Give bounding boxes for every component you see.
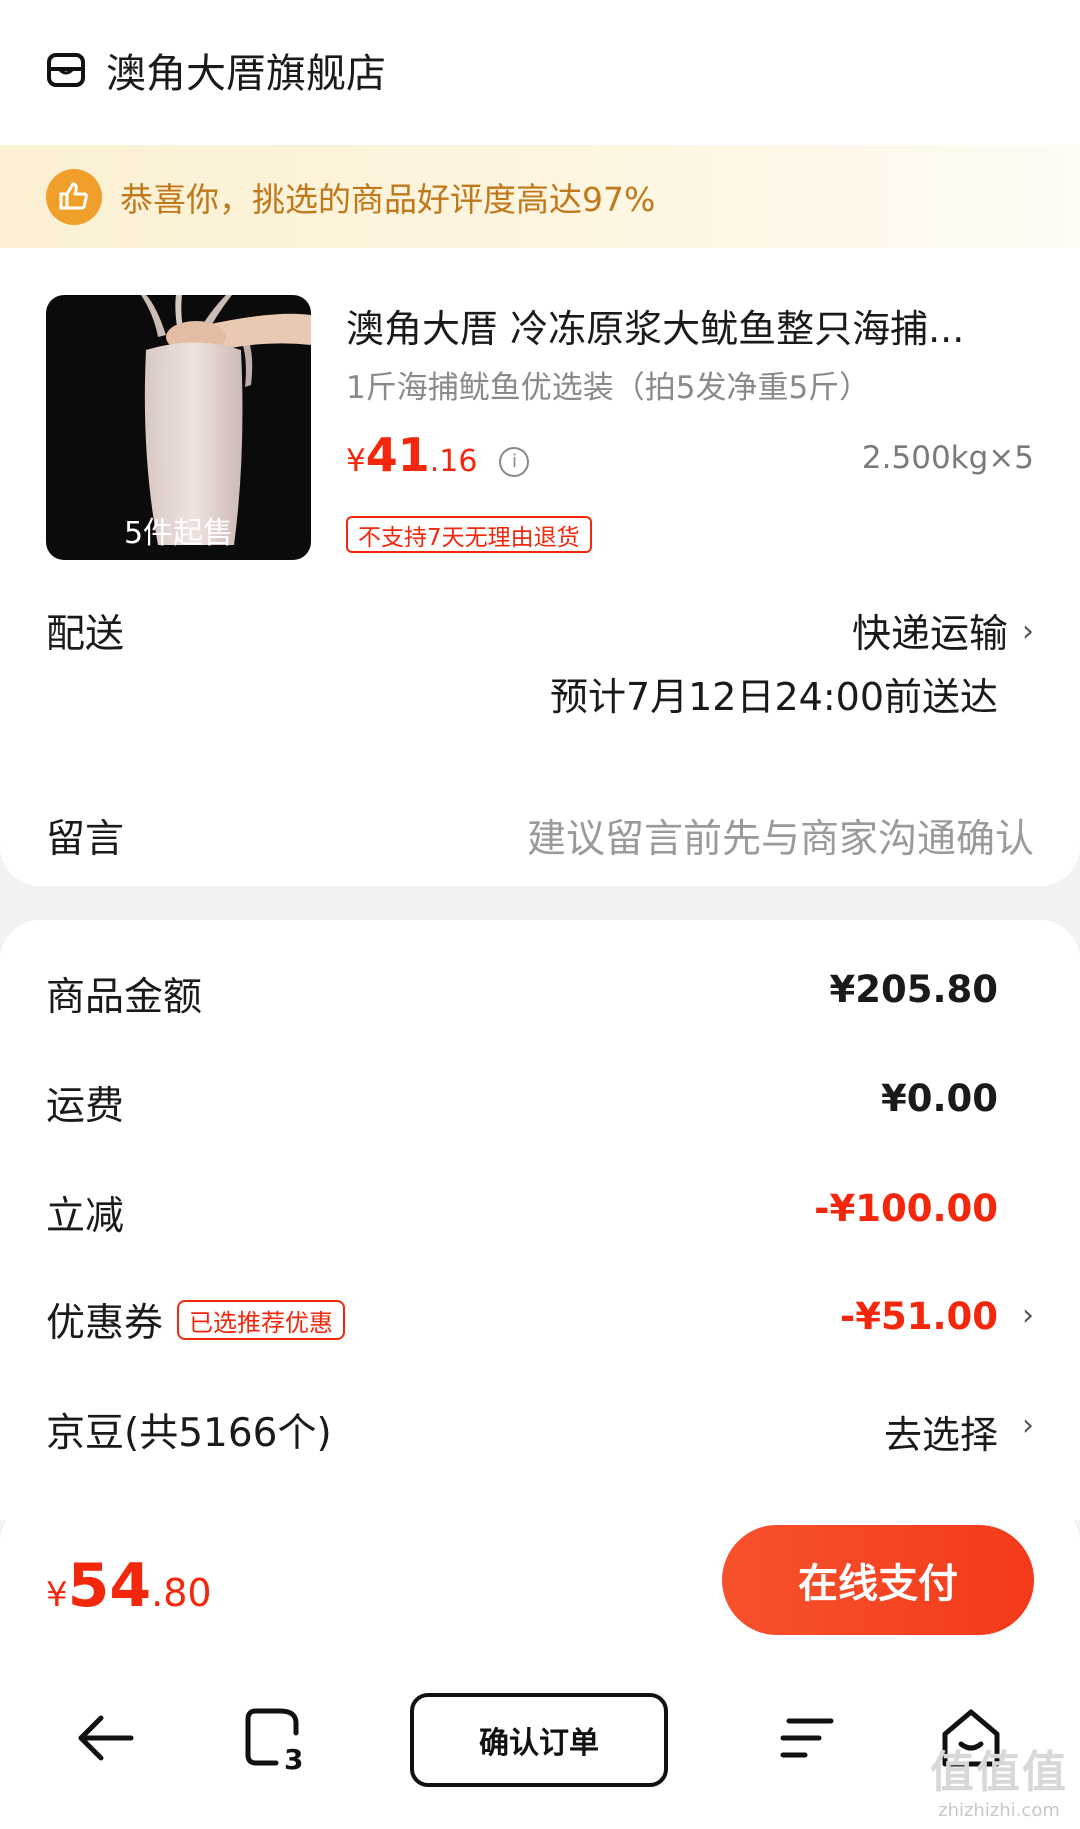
watermark-logo: 值值值 bbox=[930, 1747, 1068, 1798]
coupon-value[interactable]: -¥51.00 bbox=[840, 1295, 998, 1338]
total-currency: ¥ bbox=[46, 1575, 68, 1615]
min-order-badge: 5件起售 bbox=[123, 516, 234, 551]
goods-amount-label: 商品金额 bbox=[46, 975, 203, 1020]
chevron-right-icon: › bbox=[1022, 613, 1034, 649]
total-decimal: .80 bbox=[151, 1571, 212, 1615]
goods-amount-value: ¥205.80 bbox=[829, 968, 998, 1011]
chevron-right-icon: › bbox=[1022, 1298, 1034, 1333]
browser-navbar: 3 确认订单 值值值 zhizhizhi.com bbox=[0, 1653, 1080, 1829]
price-currency: ¥ bbox=[346, 443, 366, 479]
store-icon bbox=[47, 53, 85, 87]
product-price: ¥ 41 .16 i bbox=[346, 428, 530, 482]
price-summary-card: 商品金额 ¥205.80 运费 ¥0.00 立减 -¥100.00 优惠券 已选… bbox=[0, 920, 1080, 1520]
menu-button[interactable] bbox=[760, 1693, 850, 1783]
banner-text: 恭喜你，挑选的商品好评度高达97% bbox=[120, 179, 656, 219]
shipping-value: ¥0.00 bbox=[880, 1077, 998, 1120]
price-decimal: .16 bbox=[429, 444, 478, 479]
product-quantity: 2.500kg×5 bbox=[861, 440, 1034, 476]
pay-online-button[interactable]: 在线支付 bbox=[722, 1525, 1034, 1635]
total-integer: 54 bbox=[67, 1551, 152, 1621]
price-integer: 41 bbox=[365, 428, 430, 482]
tabs-icon: 3 bbox=[245, 1708, 303, 1773]
product-spec: 1斤海捕鱿鱼优选装（拍5发净重5斤） bbox=[346, 370, 871, 406]
discount-label: 立减 bbox=[46, 1194, 125, 1239]
delivery-method-text: 快递运输 bbox=[851, 612, 1008, 657]
jd-beans-select[interactable]: 去选择 bbox=[884, 1404, 998, 1459]
coupon-tag: 已选推荐优惠 bbox=[177, 1300, 346, 1340]
back-arrow-icon bbox=[78, 1715, 134, 1761]
tabs-button[interactable]: 3 bbox=[230, 1693, 320, 1783]
product-title[interactable]: 澳角大厝 冷冻原浆大鱿鱼整只海捕... bbox=[346, 298, 964, 353]
coupon-row[interactable]: 优惠券 已选推荐优惠 bbox=[46, 1292, 346, 1348]
menu-icon bbox=[780, 1718, 834, 1758]
rating-banner: 恭喜你，挑选的商品好评度高达97% bbox=[0, 145, 1080, 248]
info-icon[interactable]: i bbox=[499, 446, 530, 477]
jd-beans-label: 京豆(共5166个) bbox=[46, 1411, 332, 1456]
coupon-label: 优惠券 bbox=[46, 1301, 164, 1346]
shipping-label: 运费 bbox=[46, 1084, 125, 1129]
confirm-order-button[interactable]: 确认订单 bbox=[410, 1693, 668, 1787]
watermark-url: zhizhizhi.com bbox=[938, 1800, 1060, 1821]
tabs-count: 3 bbox=[284, 1743, 303, 1773]
note-input[interactable]: 建议留言前先与商家沟通确认 bbox=[527, 808, 1034, 864]
note-label: 留言 bbox=[46, 817, 125, 862]
total-price: ¥ 54 .80 bbox=[46, 1551, 212, 1621]
delivery-eta: 预计7月12日24:00前送达 bbox=[549, 675, 998, 719]
order-card: 澳角大厝旗舰店 恭喜你，挑选的商品好评度高达97% 5件起售 澳角大厝 冷冻原浆… bbox=[0, 0, 1080, 886]
watermark: 值值值 zhizhizhi.com bbox=[930, 1736, 1068, 1821]
shop-name: 澳角大厝旗舰店 bbox=[106, 51, 386, 97]
product-image[interactable]: 5件起售 bbox=[46, 295, 311, 560]
delivery-label: 配送 bbox=[46, 612, 125, 657]
return-policy-tag: 不支持7天无理由退货 bbox=[346, 516, 592, 553]
delivery-method[interactable]: 快递运输 › bbox=[852, 603, 1034, 659]
discount-value: -¥100.00 bbox=[814, 1187, 998, 1230]
shop-header[interactable]: 澳角大厝旗舰店 bbox=[46, 40, 386, 100]
back-button[interactable] bbox=[60, 1693, 150, 1783]
pay-bar: ¥ 54 .80 在线支付 bbox=[0, 1503, 1080, 1653]
thumbs-up-icon bbox=[46, 168, 102, 225]
chevron-right-icon: › bbox=[1022, 1408, 1034, 1443]
